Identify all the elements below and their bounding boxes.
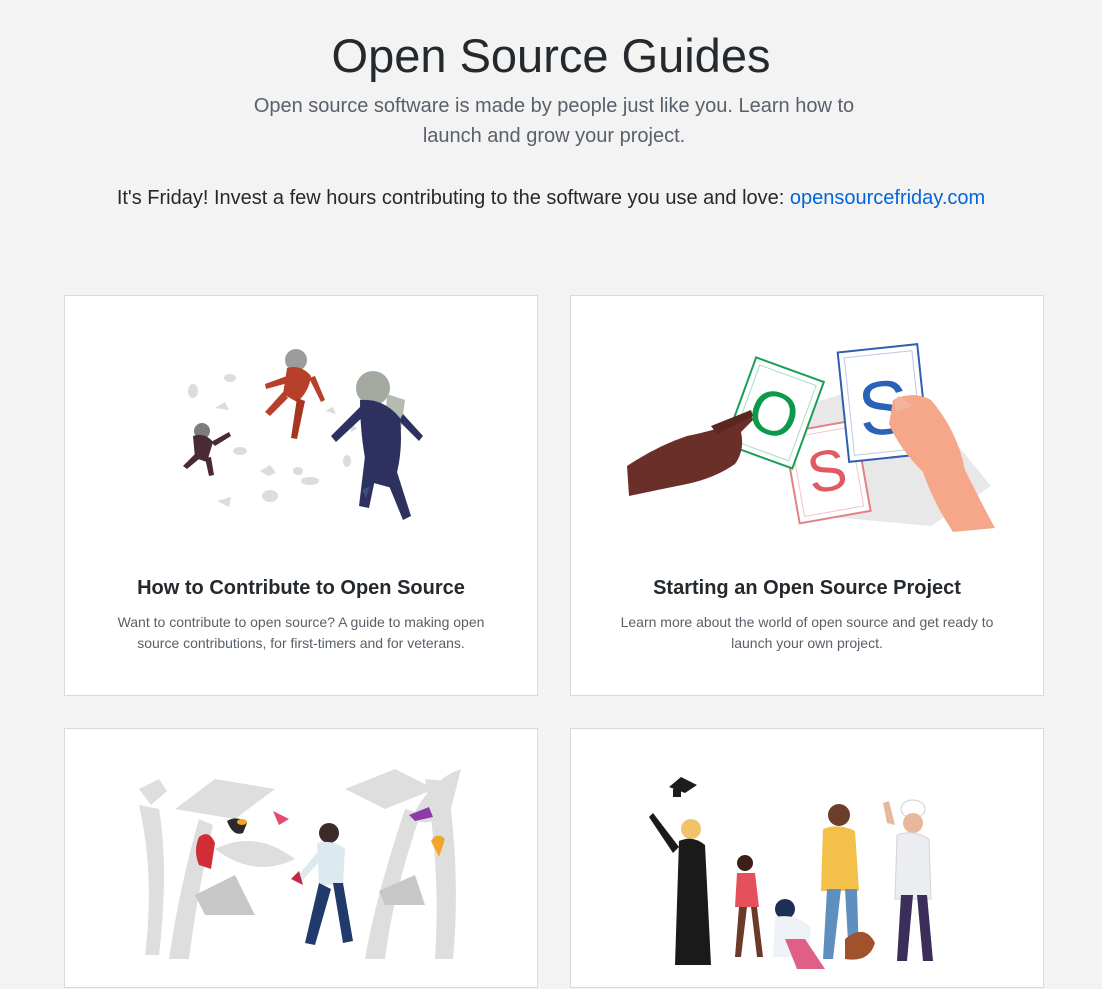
guide-description: Learn more about the world of open sourc…	[620, 614, 994, 651]
friday-text: It's Friday! Invest a few hours contribu…	[116, 187, 790, 209]
guide-title: Starting an Open Source Project	[653, 577, 961, 599]
guide-card-forest[interactable]	[64, 728, 538, 988]
opensourcefriday-link[interactable]: opensourcefriday.com	[790, 187, 985, 209]
page-title: Open Source Guides	[331, 29, 771, 82]
guide-card-starting[interactable]: S O S Starting an Open Source Project Le…	[570, 295, 1044, 696]
oss-cards-illustration: S O S	[627, 343, 995, 532]
community-people-illustration	[649, 777, 933, 969]
guide-card-contribute[interactable]: How to Contribute to Open Source Want to…	[64, 295, 538, 696]
page-subtitle: Open source software is made by people j…	[253, 95, 855, 147]
guide-title: How to Contribute to Open Source	[137, 577, 465, 599]
astronauts-illustration	[183, 349, 423, 520]
friday-banner: It's Friday! Invest a few hours contribu…	[0, 184, 1102, 212]
guide-description: Want to contribute to open source? A gui…	[117, 614, 485, 651]
forest-birds-illustration	[139, 769, 461, 959]
guide-card-community[interactable]	[570, 728, 1044, 988]
